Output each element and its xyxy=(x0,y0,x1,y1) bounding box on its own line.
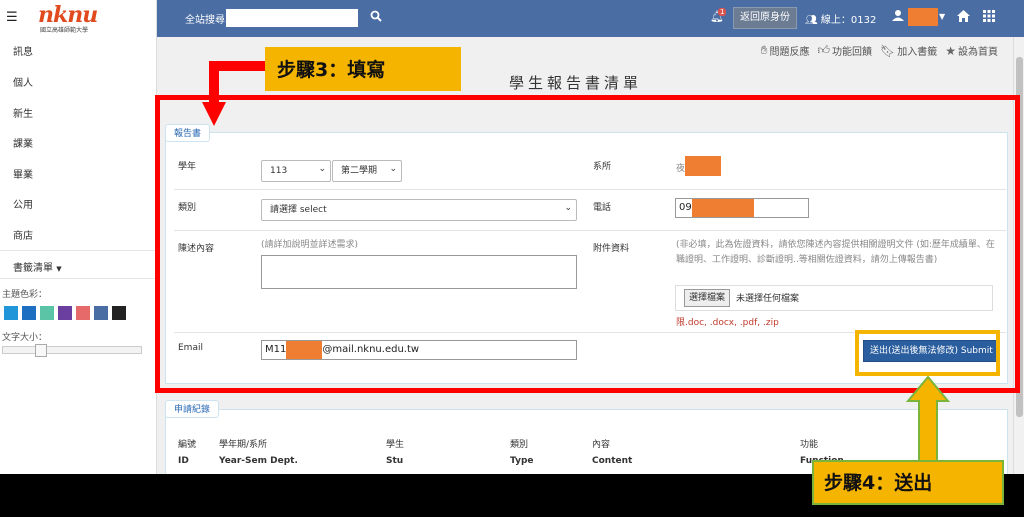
quick-link-label: 加入書籤 xyxy=(897,47,938,58)
sidebar-item-freshman[interactable]: 新生 xyxy=(13,105,33,120)
search-input[interactable] xyxy=(226,9,358,27)
sidebar-item-messages[interactable]: 訊息 xyxy=(13,43,33,58)
col-year-dept: 學年期/系所 Year-Sem Dept. xyxy=(219,437,298,469)
notification-badge: 1 xyxy=(718,8,727,16)
sidebar-item-coursework[interactable]: 課業 xyxy=(13,135,33,150)
caret-down-icon[interactable]: ▼ xyxy=(939,12,945,21)
bookmark-list-label: 書籤清單 xyxy=(13,263,53,274)
col-id-en: ID xyxy=(178,456,189,466)
sidebar: ☰ nknu 國立高雄師範大學 訊息 個人 新生 課業 畢業 公用 商店 書籤清… xyxy=(0,0,157,474)
col-function-zh: 功能 xyxy=(800,440,819,450)
sidebar-item-store[interactable]: 商店 xyxy=(13,227,33,242)
quick-link-homepage[interactable]: ★ 設為首頁 xyxy=(945,43,998,59)
slider-handle[interactable] xyxy=(35,344,47,357)
col-type-zh: 類別 xyxy=(510,440,529,450)
search-icon[interactable] xyxy=(370,10,382,25)
theme-swatch-blue[interactable] xyxy=(22,306,36,320)
theme-swatch-sky[interactable] xyxy=(4,306,18,320)
bookmark-icon: 🔖︎ xyxy=(880,43,896,58)
theme-swatch-black[interactable] xyxy=(112,306,126,320)
quick-link-feedback[interactable]: ✋︎ 問題反應 xyxy=(761,43,810,58)
col-student-en: Stu xyxy=(386,456,404,466)
sidebar-item-public[interactable]: 公用 xyxy=(13,196,33,211)
theme-swatches xyxy=(4,306,126,320)
quick-links: ✋︎ 問題反應 👍︎ 功能回饋 🔖︎ 加入書籤 ★ 設為首頁 xyxy=(761,43,998,58)
return-identity-button[interactable]: 返回原身份 xyxy=(733,7,797,29)
theme-swatch-red[interactable] xyxy=(76,306,90,320)
col-content: 內容 Content xyxy=(592,437,632,469)
col-content-en: Content xyxy=(592,456,633,466)
col-type: 類別 Type xyxy=(510,437,533,469)
quick-link-function-feedback[interactable]: 👍︎ 功能回饋 xyxy=(817,43,872,58)
quick-link-label: 設為首頁 xyxy=(958,47,998,58)
redacted-username[interactable] xyxy=(908,8,938,26)
col-content-zh: 內容 xyxy=(592,440,611,450)
theme-swatch-purple[interactable] xyxy=(58,306,72,320)
divider xyxy=(0,250,157,251)
font-size-label: 文字大小： xyxy=(2,333,48,343)
quick-link-bookmark[interactable]: 🔖︎ 加入書籤 xyxy=(880,43,938,59)
col-year-dept-en: Year-Sem Dept. xyxy=(219,456,298,466)
col-id-zh: 編號 xyxy=(178,440,197,450)
top-navbar: 全站搜尋 🔔︎ 1 返回原身份 👥︎ 線上：0132 ▼ xyxy=(157,0,1024,37)
font-size-slider[interactable] xyxy=(2,344,142,357)
bookmark-list-dropdown[interactable]: 書籤清單 ▼ xyxy=(13,259,62,274)
step4-highlight-box xyxy=(855,330,1000,376)
step3-label: 步驟3：填寫 xyxy=(265,47,461,91)
theme-swatch-teal[interactable] xyxy=(40,306,54,320)
logo[interactable]: nknu 國立高雄師範大學 xyxy=(38,4,120,34)
col-student: 學生 Stu xyxy=(386,437,404,469)
site-search-label: 全站搜尋 xyxy=(185,15,225,26)
online-count: 👥︎ 線上：0132 xyxy=(805,11,876,26)
home-icon[interactable] xyxy=(957,10,970,25)
sidebar-item-personal[interactable]: 個人 xyxy=(13,74,33,89)
sidebar-item-graduation[interactable]: 畢業 xyxy=(13,166,33,181)
history-legend: 申請紀錄 xyxy=(165,400,220,418)
thumbs-up-icon: 👍︎ xyxy=(817,43,830,57)
step4-arrow xyxy=(906,375,950,462)
apps-grid-icon[interactable] xyxy=(983,10,995,25)
user-icon[interactable] xyxy=(892,9,904,24)
users-icon: 👥︎ xyxy=(805,15,818,26)
logo-subtitle: 國立高雄師範大學 xyxy=(40,27,89,34)
online-text: 線上：0132 xyxy=(820,15,877,26)
divider xyxy=(0,278,157,279)
col-student-zh: 學生 xyxy=(386,440,405,450)
theme-swatch-navy[interactable] xyxy=(94,306,108,320)
caret-down-icon: ▼ xyxy=(56,265,62,273)
star-icon: ★ xyxy=(945,43,956,58)
quick-link-label: 問題反應 xyxy=(769,47,810,58)
col-year-dept-zh: 學年期/系所 xyxy=(219,440,268,450)
step4-label: 步驟4：送出 xyxy=(812,460,1004,505)
col-id: 編號 ID xyxy=(178,437,196,469)
quick-link-label: 功能回饋 xyxy=(832,47,872,58)
menu-icon[interactable]: ☰ xyxy=(6,10,18,25)
col-type-en: Type xyxy=(510,456,534,466)
theme-color-label: 主題色彩： xyxy=(2,290,48,300)
hand-icon: ✋︎ xyxy=(760,43,768,57)
page-title: 學生報告書清單 xyxy=(509,74,643,92)
logo-text: nknu xyxy=(38,2,98,28)
step3-arrow xyxy=(202,61,265,126)
